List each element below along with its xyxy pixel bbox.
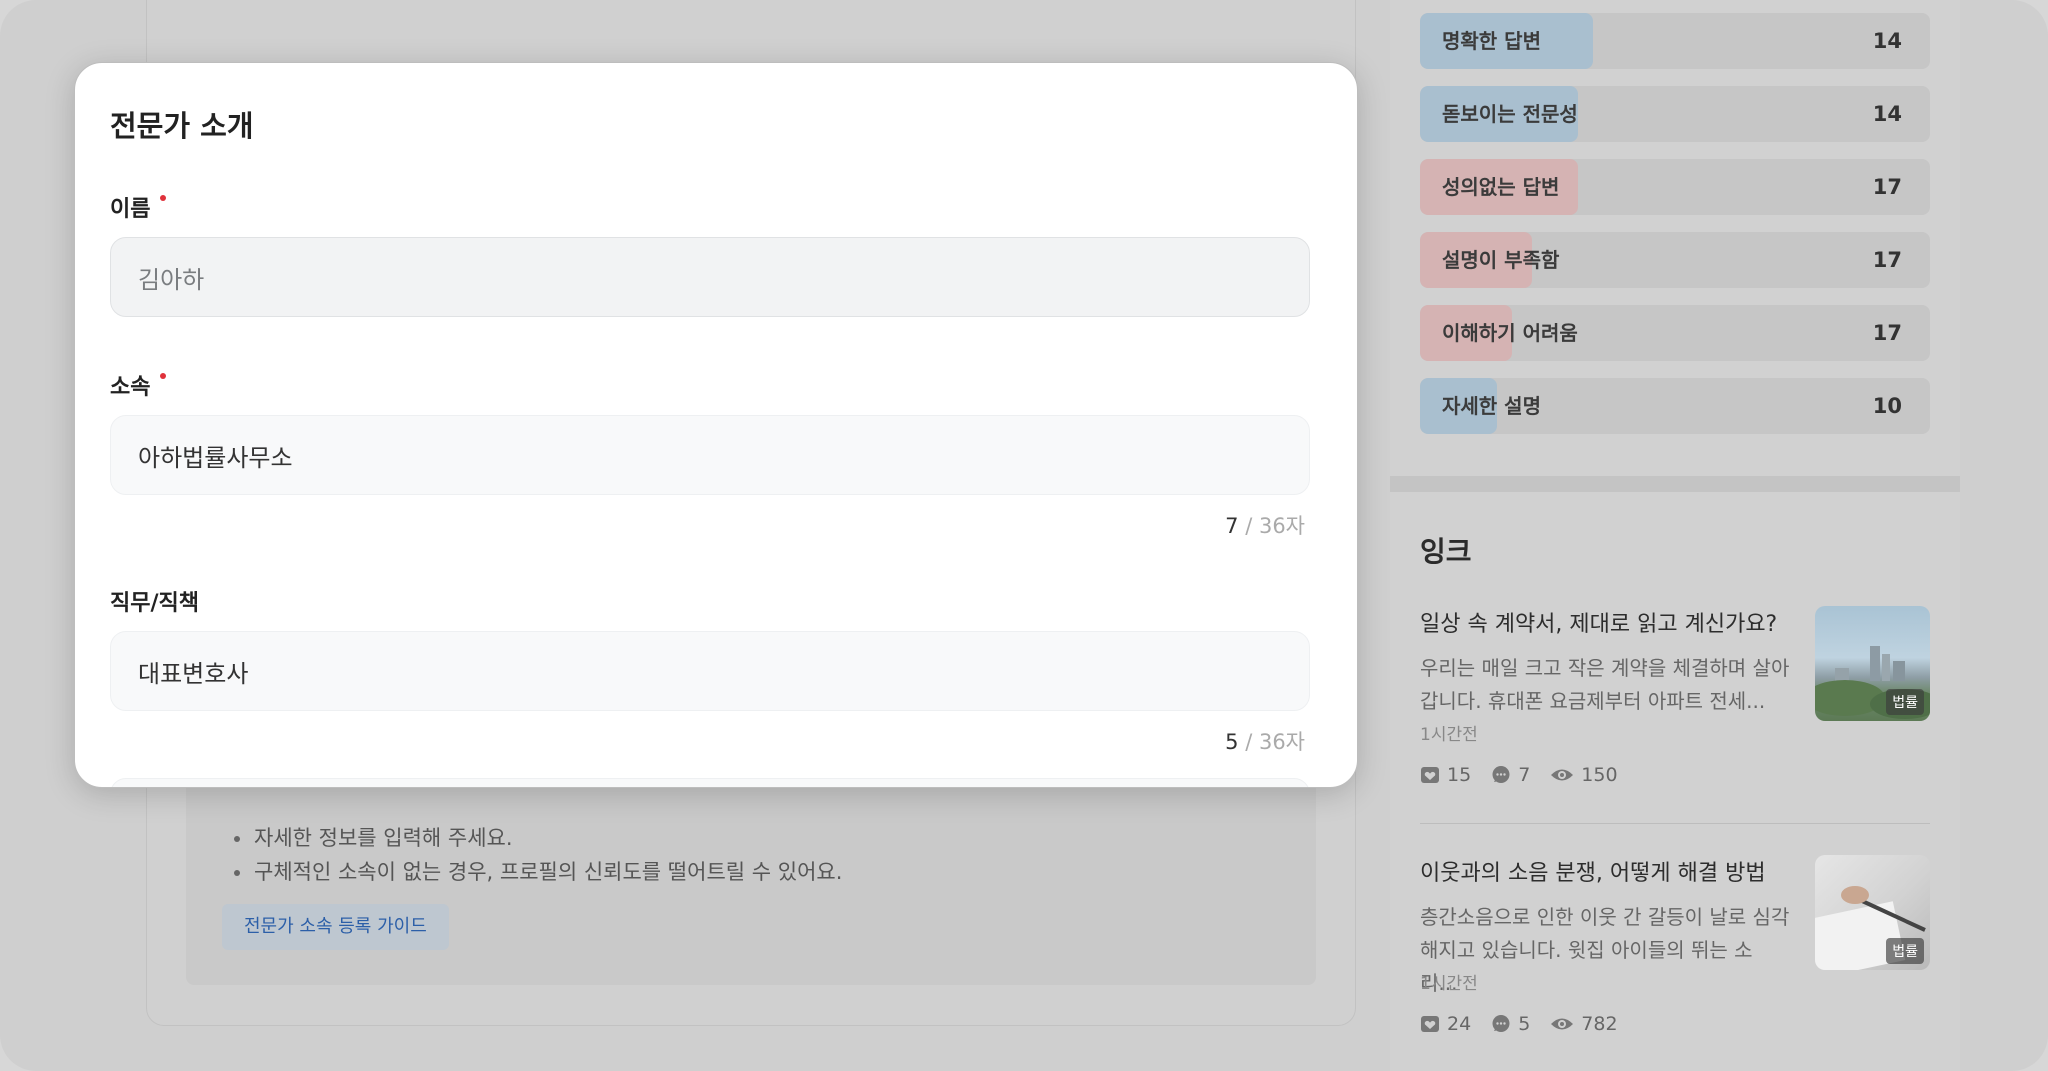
affiliation-char-counter: 7 / 36자 <box>1225 510 1305 540</box>
article-time: 1시간전 <box>1420 974 1478 994</box>
ink-article[interactable]: 일상 속 계약서, 제대로 읽고 계신가요? 우리는 매일 크고 작은 계약을 … <box>1420 606 1930 796</box>
position-char-counter: 5 / 36자 <box>1225 726 1305 756</box>
required-indicator <box>160 195 167 201</box>
ink-article[interactable]: 이웃과의 소음 분쟁, 어떻게 해결 방법 층간소음으로 인한 이웃 간 갈등이… <box>1420 855 1930 1045</box>
name-label: 이름 <box>110 191 167 223</box>
like-box-icon <box>1421 1016 1439 1032</box>
rating-bar-label: 설명이 부족함 <box>1442 248 1560 272</box>
comments-count: 7 <box>1518 764 1531 786</box>
affiliation-field[interactable]: 아하법률사무소 <box>110 415 1310 495</box>
affiliation-char-count: 7 <box>1225 514 1239 538</box>
like-box-icon <box>1421 767 1439 783</box>
category-badge: 법률 <box>1886 938 1924 964</box>
rating-bar-row: 설명이 부족함 17 <box>1420 232 1930 288</box>
expert-intro-modal: 전문가 소개 이름 김아하 소속 아하법률사무소 7 / 36자 직무/직책 대… <box>74 62 1358 788</box>
ink-section-title: 잉크 <box>1420 535 1472 568</box>
rating-bar-row: 성의없는 답변 17 <box>1420 159 1930 215</box>
article-time: 1시간전 <box>1420 725 1478 745</box>
article-desc: 우리는 매일 크고 작은 계약을 체결하며 살아갑니다. 휴대폰 요금제부터 아… <box>1420 656 1790 713</box>
rating-bar-count: 17 <box>1872 175 1902 199</box>
affiliation-guide-button[interactable]: 전문가 소속 등록 가이드 <box>222 904 449 950</box>
article-meta: 24 5 782 <box>1420 1013 1618 1035</box>
rating-bar-row: 명확한 답변 14 <box>1420 13 1930 69</box>
affiliation-label: 소속 <box>110 369 167 401</box>
next-field-partial <box>110 778 1310 787</box>
affiliation-char-max: / 36자 <box>1238 514 1305 538</box>
app-frame: 자세한 정보를 입력해 주세요. 구체적인 소속이 없는 경우, 프로필의 신뢰… <box>0 0 2048 1071</box>
article-title[interactable]: 이웃과의 소음 분쟁, 어떻게 해결 방법 <box>1420 855 1766 887</box>
rating-bar-label: 이해하기 어려움 <box>1442 321 1578 345</box>
article-thumbnail[interactable]: 법률 <box>1815 855 1930 970</box>
rating-bar-count: 14 <box>1872 102 1902 126</box>
rating-bar-label: 자세한 설명 <box>1442 394 1541 418</box>
eye-icon <box>1551 769 1574 781</box>
section-divider <box>1390 476 1960 492</box>
info-list: 자세한 정보를 입력해 주세요. 구체적인 소속이 없는 경우, 프로필의 신뢰… <box>232 821 842 889</box>
info-item: 자세한 정보를 입력해 주세요. <box>232 821 842 855</box>
likes-stat: 15 <box>1420 764 1471 786</box>
rating-bar-row: 자세한 설명 10 <box>1420 378 1930 434</box>
affiliation-field-value: 아하법률사무소 <box>138 443 293 472</box>
rating-bar-count: 14 <box>1872 29 1902 53</box>
likes-stat: 24 <box>1420 1013 1471 1035</box>
rating-bar-count: 10 <box>1872 394 1902 418</box>
article-divider <box>1420 823 1930 824</box>
position-label: 직무/직책 <box>110 585 199 617</box>
category-badge: 법률 <box>1886 689 1924 715</box>
position-label-text: 직무/직책 <box>110 591 199 616</box>
rating-bar-label: 성의없는 답변 <box>1442 175 1560 199</box>
required-indicator <box>160 373 167 379</box>
name-field-value: 김아하 <box>138 265 205 294</box>
rating-bar-label: 돋보이는 전문성 <box>1442 102 1578 126</box>
position-char-count: 5 <box>1225 730 1239 754</box>
views-stat: 782 <box>1550 1013 1618 1035</box>
likes-count: 24 <box>1447 1013 1472 1035</box>
name-field[interactable]: 김아하 <box>110 237 1310 317</box>
comments-count: 5 <box>1518 1013 1531 1035</box>
views-count: 150 <box>1581 764 1618 786</box>
info-item: 구체적인 소속이 없는 경우, 프로필의 신뢰도를 떨어트릴 수 있어요. <box>232 855 842 889</box>
rating-bar-row: 이해하기 어려움 17 <box>1420 305 1930 361</box>
comment-icon <box>1492 766 1510 783</box>
rating-bar-row: 돋보이는 전문성 14 <box>1420 86 1930 142</box>
name-label-text: 이름 <box>110 197 151 222</box>
position-field[interactable]: 대표변호사 <box>110 631 1310 711</box>
rating-bars: 명확한 답변 14 돋보이는 전문성 14 성의없는 답변 17 설명이 부족함… <box>1420 13 1930 451</box>
article-thumbnail[interactable]: 법률 <box>1815 606 1930 721</box>
comments-stat: 7 <box>1491 764 1530 786</box>
views-stat: 150 <box>1550 764 1618 786</box>
position-field-value: 대표변호사 <box>138 659 249 688</box>
article-meta: 15 7 150 <box>1420 764 1618 786</box>
modal-title: 전문가 소개 <box>110 109 254 143</box>
eye-icon <box>1551 1018 1574 1030</box>
affiliation-label-text: 소속 <box>110 375 151 400</box>
position-char-max: / 36자 <box>1238 730 1305 754</box>
rating-bar-label: 명확한 답변 <box>1442 29 1541 53</box>
rating-bar-count: 17 <box>1872 321 1902 345</box>
likes-count: 15 <box>1447 764 1472 786</box>
comment-icon <box>1492 1015 1510 1032</box>
comments-stat: 5 <box>1491 1013 1530 1035</box>
rating-bar-count: 17 <box>1872 248 1902 272</box>
views-count: 782 <box>1581 1013 1618 1035</box>
article-title[interactable]: 일상 속 계약서, 제대로 읽고 계신가요? <box>1420 606 1777 638</box>
